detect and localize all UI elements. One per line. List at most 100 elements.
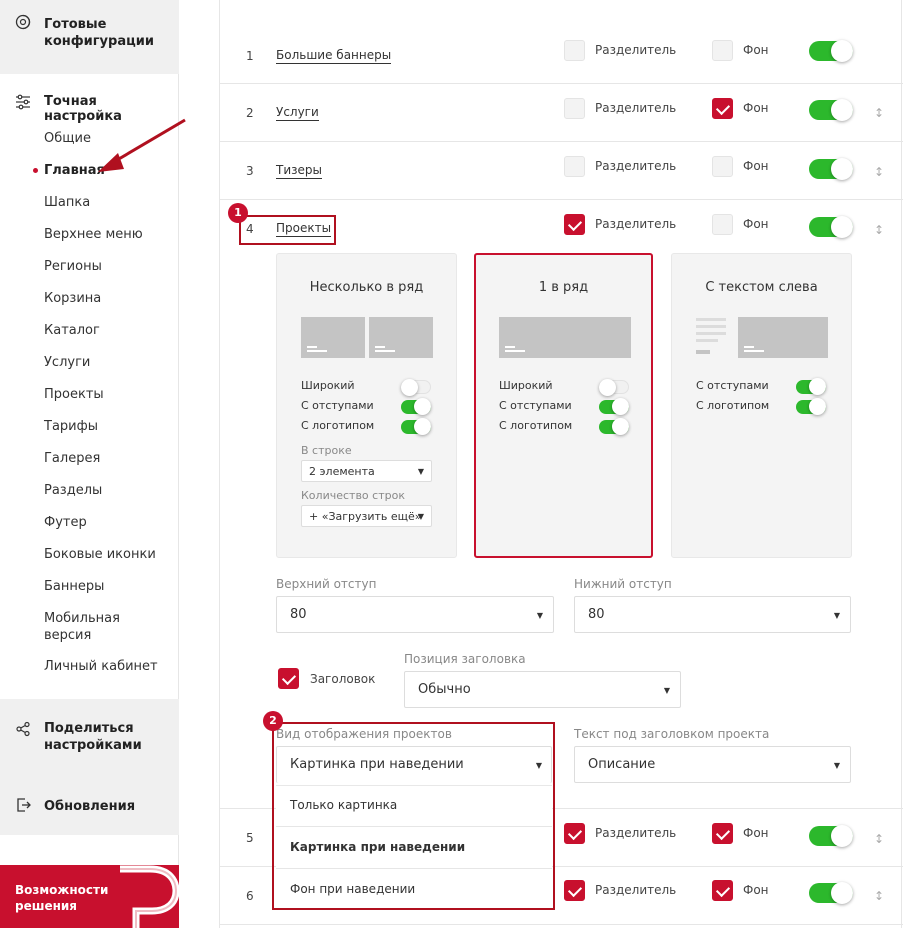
logo-toggle[interactable] bbox=[401, 418, 431, 435]
sidebar-item-general[interactable]: Общие bbox=[44, 130, 91, 147]
annotation-badge-2: 2 bbox=[263, 711, 283, 731]
row-name[interactable]: Большие баннеры bbox=[276, 48, 392, 64]
ready-configs-section[interactable]: Готовые конфигурации bbox=[0, 0, 179, 74]
sidebar-item-tariffs[interactable]: Тарифы bbox=[44, 418, 98, 435]
per-row-value: 2 элемента bbox=[309, 465, 375, 478]
background-label: Фон bbox=[743, 883, 769, 897]
block-toggle[interactable] bbox=[809, 99, 853, 121]
row-number: 5 bbox=[246, 831, 254, 845]
sidebar-item-side-icons[interactable]: Боковые иконки bbox=[44, 546, 156, 563]
background-label: Фон bbox=[743, 43, 769, 57]
wide-toggle[interactable] bbox=[599, 379, 629, 396]
sidebar-item-top-menu[interactable]: Верхнее меню bbox=[44, 226, 143, 243]
row-number: 2 bbox=[246, 106, 254, 120]
background-label: Фон bbox=[743, 217, 769, 231]
option-label: С логотипом bbox=[499, 419, 573, 432]
option-label: С отступами bbox=[696, 379, 769, 392]
background-checkbox[interactable] bbox=[712, 98, 733, 119]
option-label: С отступами bbox=[499, 399, 572, 412]
heading-label: Заголовок bbox=[310, 672, 376, 686]
wide-toggle[interactable] bbox=[401, 379, 431, 396]
layout-card-single[interactable]: 1 в ряд Широкий С отступами С логотипом bbox=[474, 253, 653, 558]
active-indicator bbox=[33, 168, 38, 173]
logo-toggle[interactable] bbox=[599, 418, 629, 435]
sidebar-item-regions[interactable]: Регионы bbox=[44, 258, 102, 275]
separator-checkbox[interactable] bbox=[564, 880, 585, 901]
block-row-3: 3 Тизеры Разделитель Фон ↕ bbox=[220, 142, 903, 200]
padding-toggle[interactable] bbox=[401, 398, 431, 415]
heading-position-label: Позиция заголовка bbox=[404, 652, 526, 666]
background-checkbox[interactable] bbox=[712, 156, 733, 177]
separator-checkbox[interactable] bbox=[564, 156, 585, 177]
subtext-value: Описание bbox=[588, 757, 656, 772]
sidebar-item-footer[interactable]: Футер bbox=[44, 514, 87, 531]
rows-count-value: + «Загрузить ещё» bbox=[309, 510, 422, 523]
padding-toggle[interactable] bbox=[599, 398, 629, 415]
row-name[interactable]: Услуги bbox=[276, 105, 319, 121]
promo-logo-icon bbox=[120, 865, 179, 928]
layout-preview bbox=[301, 317, 365, 358]
sidebar-item-sections[interactable]: Разделы bbox=[44, 482, 102, 499]
separator-checkbox[interactable] bbox=[564, 214, 585, 235]
updates-label: Обновления bbox=[44, 799, 136, 814]
caret-down-icon: ▼ bbox=[417, 512, 424, 521]
background-label: Фон bbox=[743, 826, 769, 840]
sidebar-item-cart[interactable]: Корзина bbox=[44, 290, 101, 307]
caret-down-icon: ▼ bbox=[536, 611, 543, 620]
sidebar-item-catalog[interactable]: Каталог bbox=[44, 322, 100, 339]
separator-checkbox[interactable] bbox=[564, 98, 585, 119]
separator-label: Разделитель bbox=[595, 159, 677, 173]
subtext-select[interactable]: Описание ▼ bbox=[574, 746, 851, 783]
layout-title: С текстом слева bbox=[705, 280, 818, 295]
layout-card-text-left[interactable]: С текстом слева С отступами С логотипом bbox=[671, 253, 852, 558]
separator-label: Разделитель bbox=[595, 43, 677, 57]
drag-handle-icon[interactable]: ↕ bbox=[874, 162, 884, 182]
bottom-padding-select[interactable]: 80 ▼ bbox=[574, 596, 851, 633]
drag-handle-icon[interactable]: ↕ bbox=[874, 886, 884, 906]
subtext-label: Текст под заголовком проекта bbox=[574, 727, 770, 741]
background-label: Фон bbox=[743, 101, 769, 115]
sidebar-item-mobile[interactable]: Мобильная версия bbox=[44, 610, 134, 644]
highlight-box-1 bbox=[239, 215, 336, 245]
top-padding-select[interactable]: 80 ▼ bbox=[276, 596, 554, 633]
separator-checkbox[interactable] bbox=[564, 40, 585, 61]
updates-section[interactable]: Обновления bbox=[0, 789, 179, 835]
layout-card-multiple[interactable]: Несколько в ряд Широкий С отступами С ло… bbox=[276, 253, 457, 558]
separator-checkbox[interactable] bbox=[564, 823, 585, 844]
block-toggle[interactable] bbox=[809, 216, 853, 238]
block-row-1: 1 Большие баннеры Разделитель Фон bbox=[220, 25, 903, 84]
promo-banner[interactable]: Возможности решения bbox=[0, 865, 179, 928]
rows-count-select[interactable]: + «Загрузить ещё» ▼ bbox=[301, 505, 432, 527]
option-label: С логотипом bbox=[696, 399, 770, 412]
drag-handle-icon[interactable]: ↕ bbox=[874, 220, 884, 240]
drag-handle-icon[interactable]: ↕ bbox=[874, 829, 884, 849]
background-checkbox[interactable] bbox=[712, 40, 733, 61]
option-label: С отступами bbox=[301, 399, 374, 412]
sidebar-item-projects[interactable]: Проекты bbox=[44, 386, 104, 403]
caret-down-icon: ▼ bbox=[417, 467, 424, 476]
block-toggle[interactable] bbox=[809, 158, 853, 180]
background-checkbox[interactable] bbox=[712, 880, 733, 901]
drag-handle-icon[interactable]: ↕ bbox=[874, 103, 884, 123]
share-settings-section[interactable]: Поделиться настройками bbox=[0, 699, 179, 789]
sidebar-item-account[interactable]: Личный кабинет bbox=[44, 658, 158, 675]
heading-position-select[interactable]: Обычно ▼ bbox=[404, 671, 681, 708]
share-icon bbox=[14, 721, 32, 739]
padding-toggle[interactable] bbox=[796, 378, 826, 395]
background-checkbox[interactable] bbox=[712, 214, 733, 235]
heading-checkbox[interactable] bbox=[278, 668, 299, 689]
background-checkbox[interactable] bbox=[712, 823, 733, 844]
row-name[interactable]: Тизеры bbox=[276, 163, 322, 179]
sidebar-item-banners[interactable]: Баннеры bbox=[44, 578, 104, 595]
separator-label: Разделитель bbox=[595, 883, 677, 897]
block-toggle[interactable] bbox=[809, 825, 853, 847]
logo-toggle[interactable] bbox=[796, 398, 826, 415]
block-toggle[interactable] bbox=[809, 40, 853, 62]
separator-label: Разделитель bbox=[595, 826, 677, 840]
sidebar-item-gallery[interactable]: Галерея bbox=[44, 450, 100, 467]
sidebar-item-header[interactable]: Шапка bbox=[44, 194, 90, 211]
per-row-select[interactable]: 2 элемента ▼ bbox=[301, 460, 432, 482]
block-row-2: 2 Услуги Разделитель Фон ↕ bbox=[220, 84, 903, 142]
block-toggle[interactable] bbox=[809, 882, 853, 904]
sidebar-item-services[interactable]: Услуги bbox=[44, 354, 90, 371]
